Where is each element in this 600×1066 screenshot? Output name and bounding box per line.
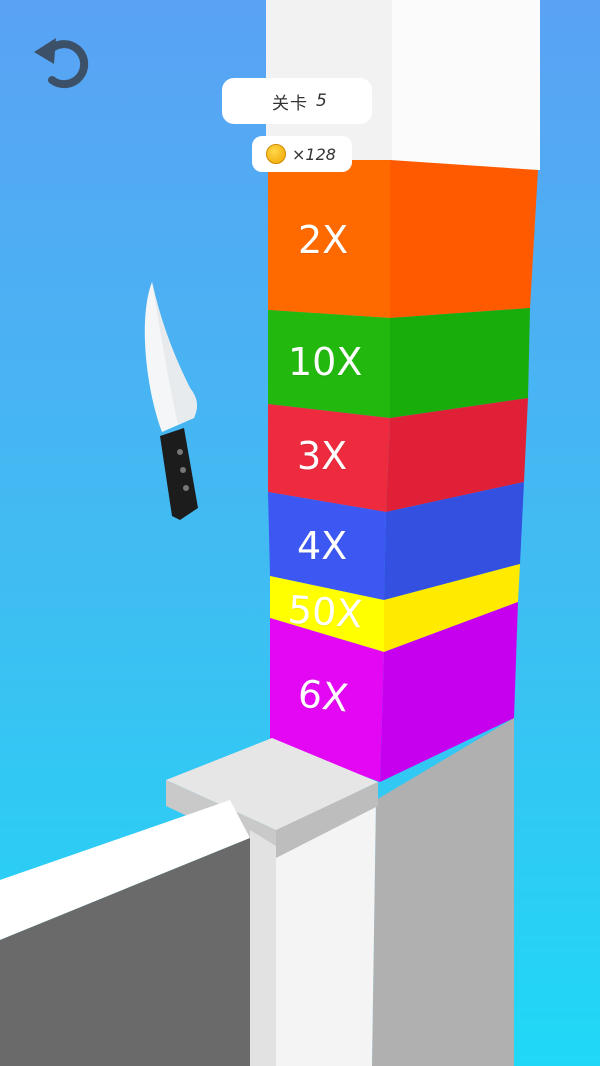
knife-icon[interactable] [144,282,198,520]
block-label-10x: 10X [288,340,363,384]
pillar-side [392,0,540,170]
game-scene[interactable]: 关卡 5 ×128 2X 10X 3X 4X 50X 6X [0,0,600,1066]
coin-counter: ×128 [252,136,352,172]
block-label-3x: 3X [297,434,348,478]
block-label-2x: 2X [298,218,349,262]
level-indicator: 关卡 5 [222,78,372,124]
level-label: 关卡 [272,93,308,114]
knife-rivet [177,449,183,455]
knife-rivet [183,485,189,491]
knife-rivet [180,467,186,473]
restart-button[interactable] [30,34,94,90]
coin-count: ×128 [292,144,336,164]
knife-handle [160,428,198,520]
block-2x-side [390,160,538,318]
coin-icon [266,144,286,164]
block-label-50x: 50X [286,587,364,637]
restart-icon [34,38,89,89]
block-label-6x: 6X [295,671,351,721]
table-edge [250,830,276,1066]
level-number: 5 [316,91,328,111]
block-label-4x: 4X [297,524,348,568]
